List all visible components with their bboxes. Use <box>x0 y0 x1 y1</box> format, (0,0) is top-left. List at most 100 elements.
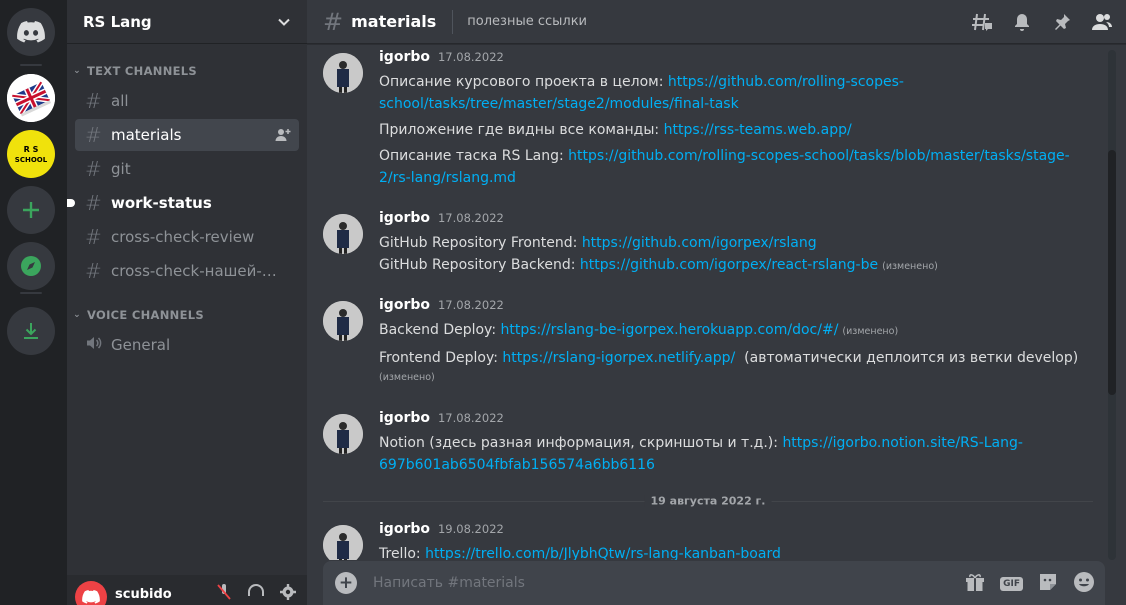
message: igorbo 17.08.2022 Описание курсового про… <box>323 49 1103 189</box>
pinned-messages-icon[interactable] <box>1050 10 1074 34</box>
avatar[interactable] <box>323 414 363 454</box>
mute-microphone-icon[interactable] <box>215 583 233 605</box>
text-segment: Notion (здесь разная информация, скриншо… <box>379 435 783 451</box>
message-author[interactable]: igorbo <box>379 49 430 65</box>
channel-sidebar: RS Lang ⌄ TEXT CHANNELS # all # material… <box>67 0 307 605</box>
category-label: VOICE CHANNELS <box>87 308 204 322</box>
text-segment: GitHub Repository Frontend: <box>379 235 582 251</box>
voice-channel-general[interactable]: General <box>75 329 299 361</box>
text-segment: Trello: <box>379 546 426 560</box>
plus-icon <box>23 202 39 218</box>
avatar[interactable] <box>323 53 363 93</box>
headphones-icon[interactable] <box>247 583 265 605</box>
message-text: 2/rs-lang/rslang.md <box>379 167 1103 189</box>
gear-icon[interactable] <box>279 583 297 605</box>
message-author[interactable]: igorbo <box>379 410 430 426</box>
message-timestamp: 17.08.2022 <box>437 298 504 312</box>
avatar[interactable] <box>75 581 107 605</box>
server-header[interactable]: RS Lang <box>67 0 307 44</box>
message-text: Описание курсового проекта в целом: http… <box>379 71 1103 93</box>
avatar[interactable] <box>323 525 363 560</box>
message-link[interactable]: https://trello.com/b/JlybhQtw/rs-lang-ka… <box>425 546 781 560</box>
sticker-icon[interactable] <box>1037 571 1059 597</box>
server-separator <box>20 64 42 66</box>
date-divider-label: 19 августа 2022 г. <box>644 494 772 508</box>
channel-git[interactable]: # git <box>75 153 299 185</box>
avatar[interactable] <box>323 301 363 341</box>
message-text: GitHub Repository Backend: https://githu… <box>379 254 1103 278</box>
message-link[interactable]: school/tasks/tree/master/stage2/modules/… <box>379 96 739 112</box>
message-link[interactable]: https://github.com/igorpex/rslang <box>582 235 817 251</box>
username: scubido <box>115 586 172 602</box>
explore-servers-button[interactable] <box>7 242 55 290</box>
threads-icon[interactable] <box>970 10 994 34</box>
message-text: Описание таска RS Lang: https://github.c… <box>379 145 1103 167</box>
scrollbar-track[interactable] <box>1108 50 1116 560</box>
message-timestamp: 17.08.2022 <box>437 211 504 225</box>
hash-icon: # <box>85 225 102 249</box>
avatar[interactable] <box>323 214 363 254</box>
message-input[interactable] <box>373 575 913 591</box>
message-text: (изменено) <box>379 369 1103 385</box>
channel-cross-check-review[interactable]: # cross-check-review <box>75 221 299 253</box>
rs-lang-server-button[interactable] <box>7 74 55 122</box>
message-link[interactable]: 2/rs-lang/rslang.md <box>379 170 516 186</box>
member-list-icon[interactable] <box>1090 10 1114 34</box>
composer-toolbar: GIF <box>964 571 1095 597</box>
message: igorbo 17.08.2022 GitHub Repository Fron… <box>323 210 1103 278</box>
header-toolbar <box>970 10 1114 34</box>
message-author[interactable]: igorbo <box>379 521 430 537</box>
hash-icon: # <box>85 157 102 181</box>
message-list: igorbo 17.08.2022 Описание курсового про… <box>307 45 1107 560</box>
create-invite-icon[interactable] <box>275 127 291 147</box>
message: igorbo 17.08.2022 Notion (здесь разная и… <box>323 410 1103 476</box>
gift-icon[interactable] <box>964 571 986 597</box>
emoji-icon[interactable] <box>1073 571 1095 597</box>
download-apps-button[interactable] <box>7 307 55 355</box>
channel-label: materials <box>111 126 182 144</box>
scrollbar-thumb[interactable] <box>1108 150 1116 395</box>
channel-cross-check-nashei[interactable]: # cross-check-нашей-ра... <box>75 255 299 287</box>
chevron-down-icon: ⌄ <box>73 66 81 76</box>
message-link[interactable]: https://rss-teams.web.app/ <box>664 122 852 138</box>
hash-icon: # <box>323 7 344 36</box>
notification-bell-icon[interactable] <box>1010 10 1034 34</box>
message-link[interactable]: https://igorbo.notion.site/RS-Lang- <box>782 435 1023 451</box>
channel-work-status[interactable]: # work-status <box>67 187 299 219</box>
rs-school-server-button[interactable]: R S SCHOOL <box>7 130 55 178</box>
add-server-button[interactable] <box>7 186 55 234</box>
discord-home-button[interactable] <box>7 8 55 56</box>
category-voice-channels[interactable]: ⌄ VOICE CHANNELS <box>71 308 204 322</box>
user-panel: scubido <box>67 575 307 605</box>
message-composer: + GIF <box>323 561 1105 605</box>
text-segment: Описание таска RS Lang: <box>379 148 569 164</box>
message-link[interactable]: https://github.com/igorpex/react-rslang-… <box>580 257 878 273</box>
message-author[interactable]: igorbo <box>379 297 430 313</box>
channel-topic[interactable]: полезные ссылки <box>467 14 587 29</box>
channel-title: materials <box>351 12 437 31</box>
channel-label: work-status <box>111 194 212 212</box>
text-segment: Приложение где видны все команды: <box>379 122 664 138</box>
channel-all[interactable]: # all <box>75 85 299 117</box>
hash-icon: # <box>85 259 102 283</box>
chevron-down-icon[interactable] <box>277 15 291 29</box>
message-timestamp: 19.08.2022 <box>437 522 504 536</box>
message-link[interactable]: https://rslang-igorpex.netlify.app/ <box>502 350 735 366</box>
gif-button[interactable]: GIF <box>1000 577 1023 591</box>
message-link[interactable]: https://github.com/rolling-scopes- <box>668 74 904 90</box>
message-timestamp: 17.08.2022 <box>437 50 504 64</box>
message-author[interactable]: igorbo <box>379 210 430 226</box>
message-link[interactable]: 697b601ab6504fbfab156574a6bb6116 <box>379 457 655 473</box>
message-timestamp: 17.08.2022 <box>437 411 504 425</box>
message: igorbo 19.08.2022 Trello: https://trello… <box>323 521 1103 560</box>
channel-materials[interactable]: # materials <box>75 119 299 151</box>
message-text: GitHub Repository Frontend: https://gith… <box>379 232 1103 254</box>
text-segment: Frontend Deploy: <box>379 350 503 366</box>
svg-text:R S: R S <box>24 145 39 154</box>
text-segment: Backend Deploy: <box>379 322 501 338</box>
message-link[interactable]: https://github.com/rolling-scopes-school… <box>568 148 1070 164</box>
message-link[interactable]: https://rslang-be-igorpex.herokuapp.com/… <box>500 322 838 338</box>
category-text-channels[interactable]: ⌄ TEXT CHANNELS <box>71 64 197 78</box>
chat-area: # materials полезные ссылки igorbo 17.08… <box>307 0 1126 605</box>
upload-plus-button[interactable]: + <box>335 572 357 594</box>
